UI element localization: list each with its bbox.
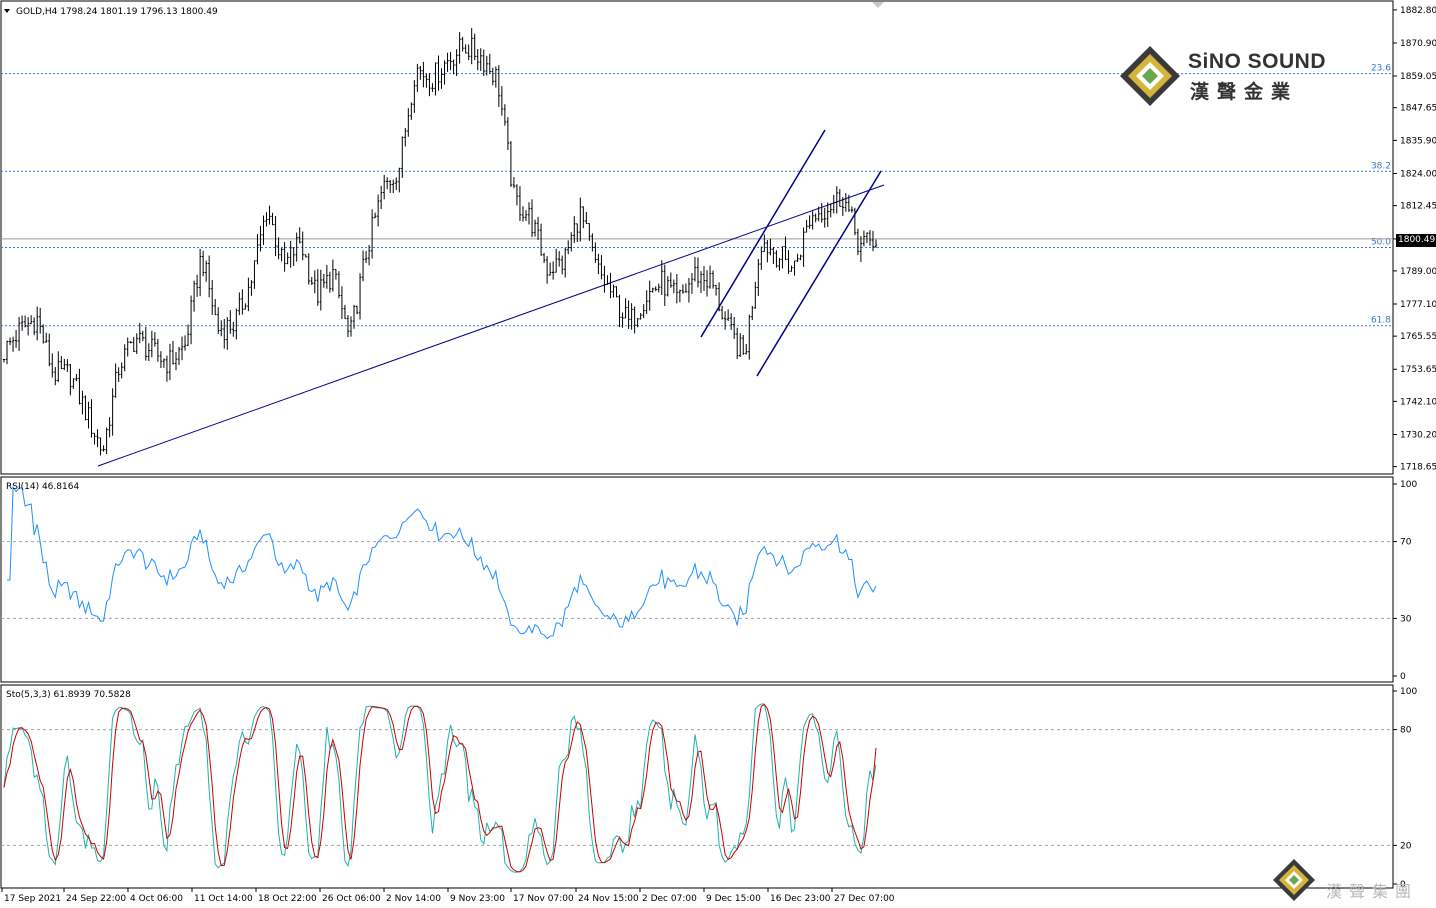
time-tick-label: 24 Nov 15:00 <box>578 894 639 904</box>
price-tick-label: 1730.20 <box>1400 430 1436 440</box>
price-tick-label: 1870.90 <box>1400 39 1436 49</box>
watermark-text: 漢聲集團 <box>1326 882 1419 901</box>
current-price-tag: 1800.49 <box>1396 234 1436 247</box>
price-tick-label: 1718.65 <box>1400 463 1436 473</box>
price-tick-label: 1824.00 <box>1400 170 1436 180</box>
rsi-tick-label: 70 <box>1400 538 1412 548</box>
fib-label: 38.2 <box>1371 161 1391 171</box>
time-tick-label: 4 Oct 06:00 <box>130 894 183 904</box>
price-tick-label: 1847.65 <box>1400 104 1436 114</box>
logo-title: SiNO SOUND <box>1188 50 1327 73</box>
price-tick-label: 1859.05 <box>1400 72 1436 82</box>
stoch-tick-label: 80 <box>1400 726 1412 736</box>
fib-label: 23.6 <box>1371 64 1391 74</box>
price-tick-label: 1753.65 <box>1400 365 1436 375</box>
rsi-tick-label: 100 <box>1400 480 1417 490</box>
time-tick-label: 9 Dec 15:00 <box>706 894 761 904</box>
time-tick-label: 11 Oct 14:00 <box>194 894 253 904</box>
price-tick-label: 1742.10 <box>1400 397 1436 407</box>
brand-logo: SiNO SOUND 漢聲金業 <box>1118 44 1338 108</box>
time-tick-label: 26 Oct 06:00 <box>322 894 381 904</box>
price-tick-label: 1789.00 <box>1400 267 1436 277</box>
time-tick-label: 16 Dec 23:00 <box>770 894 831 904</box>
diamond-logo-icon <box>1120 46 1180 106</box>
time-tick-label: 9 Nov 23:00 <box>450 894 505 904</box>
chart-canvas: 23.638.250.061.8 1882.801870.901859.0518… <box>0 0 1436 908</box>
rsi-tick-label: 0 <box>1400 672 1406 682</box>
time-tick-label: 2 Dec 07:00 <box>642 894 697 904</box>
price-tick-label: 1777.10 <box>1400 300 1436 310</box>
rsi-panel-header: RSI(14) 46.8164 <box>6 482 79 492</box>
time-tick-label: 27 Dec 07:00 <box>834 894 895 904</box>
stoch-panel-header: Sto(5,3,3) 61.8939 70.5828 <box>6 690 131 700</box>
time-tick-label: 17 Sep 2021 <box>4 894 61 904</box>
time-tick-label: 17 Nov 07:00 <box>513 894 574 904</box>
logo-subtitle: 漢聲金業 <box>1190 81 1299 103</box>
price-tick-label: 1835.90 <box>1400 136 1436 146</box>
price-tick-label: 1765.55 <box>1400 332 1436 342</box>
main-panel-header: GOLD,H4 1798.24 1801.19 1796.13 1800.49 <box>16 7 218 17</box>
watermark-diamond-icon <box>1273 859 1315 901</box>
stoch-tick-label: 20 <box>1400 841 1412 851</box>
rsi-tick-label: 30 <box>1400 614 1412 624</box>
fib-label: 61.8 <box>1371 316 1391 326</box>
time-tick-label: 24 Sep 22:00 <box>66 894 126 904</box>
watermark: 漢聲集團 <box>1272 858 1436 904</box>
stoch-tick-label: 100 <box>1400 687 1417 697</box>
price-tick-label: 1812.45 <box>1400 202 1436 212</box>
time-tick-label: 18 Oct 22:00 <box>258 894 317 904</box>
price-tick-label: 1882.80 <box>1400 6 1436 16</box>
time-tick-label: 2 Nov 14:00 <box>386 894 441 904</box>
